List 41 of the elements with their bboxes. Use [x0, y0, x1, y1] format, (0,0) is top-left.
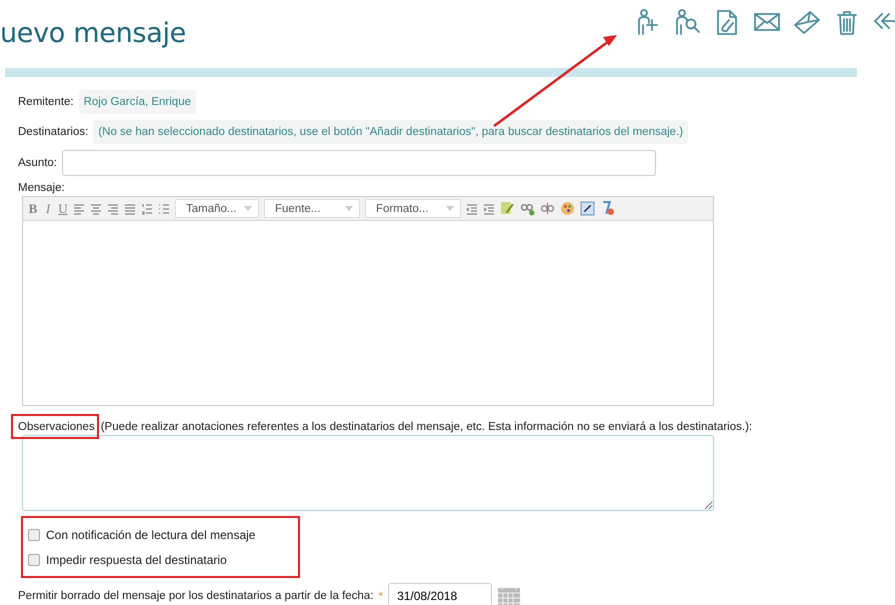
subject-field[interactable]	[62, 150, 656, 176]
calendar-icon[interactable]	[497, 584, 522, 605]
align-icon[interactable]	[90, 202, 102, 214]
align-icon[interactable]	[124, 202, 136, 214]
highlighter-icon[interactable]	[500, 201, 515, 216]
checkbox[interactable]	[28, 528, 40, 540]
recipients-value: (No se han seleccionado destinatarios, use el botón "Añadir destinatarios", para buscar destinatarios del mensaje.)	[93, 120, 688, 144]
bullet-list-icon[interactable]	[158, 202, 170, 214]
dropdown-caret-icon	[345, 206, 353, 211]
dropdown-caret-icon	[446, 206, 454, 211]
unlink-icon[interactable]	[540, 201, 555, 216]
person-search-icon[interactable]	[673, 8, 701, 36]
sender-label: Remitente:	[18, 96, 74, 108]
editor-select[interactable]: Tamaño...	[175, 199, 259, 218]
numbered-list-icon[interactable]	[141, 202, 153, 214]
option-label: Con notificación de lectura del mensaje	[46, 528, 256, 542]
notes-label: Observaciones	[18, 421, 95, 433]
checkbox[interactable]	[28, 554, 40, 566]
page-title: uevo mensaje	[0, 18, 186, 49]
dropdown-caret-icon	[244, 206, 252, 211]
edit-icon[interactable]	[580, 201, 595, 216]
date-field[interactable]: 31/08/2018	[388, 583, 492, 605]
message-label: Mensaje:	[18, 182, 66, 194]
align-icon[interactable]	[73, 202, 85, 214]
tilted-envelope-icon[interactable]	[793, 8, 821, 36]
delete-date-label: Permitir borrado del mensaje por los destinatarios a partir de la fecha:	[18, 590, 374, 602]
align-icon[interactable]	[107, 202, 119, 214]
indent-icon[interactable]	[483, 202, 495, 214]
editor-select[interactable]: Formato...	[365, 199, 461, 218]
link-icon[interactable]	[520, 201, 535, 216]
outdent-icon[interactable]	[466, 202, 478, 214]
editor-select[interactable]: Fuente...	[264, 199, 360, 218]
subject-label: Asunto:	[18, 157, 57, 169]
notes-field[interactable]	[22, 435, 714, 511]
option-label: Impedir respuesta del destinatario	[46, 552, 227, 566]
notes-hint: (Puede realizar anotaciones referentes a los destinatarios del mensaje, etc. Esta información no se enviará a los destinatarios.):	[100, 420, 752, 432]
recipients-label: Destinatarios:	[18, 126, 88, 138]
message-editor[interactable]: B I U Tamaño... Fuente... Formato...	[22, 196, 714, 406]
required-mark: *	[378, 589, 384, 603]
sender-value: Rojo García, Enrique	[78, 90, 196, 114]
palette-icon[interactable]	[560, 201, 575, 216]
